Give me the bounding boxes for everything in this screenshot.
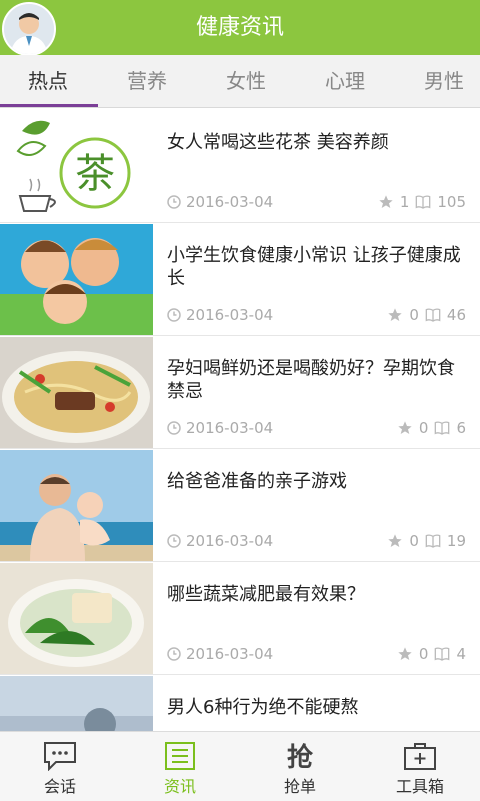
clock-icon [167,195,181,209]
date-text: 2016-03-04 [186,532,274,550]
svg-text:茶: 茶 [75,151,115,197]
list-item[interactable]: 给爸爸准备的亲子游戏 2016-03-04 0 19 [0,450,480,562]
article-date: 2016-03-04 [167,306,273,324]
nav-chat[interactable]: 会话 [0,732,120,801]
star-icon [398,647,412,660]
article-title[interactable]: 孕妇喝鲜奶还是喝酸奶好？孕期饮食禁忌 [167,357,472,403]
page-title: 健康资讯 [195,15,284,40]
news-icon [165,742,195,770]
article-stats: 0 4 [397,645,466,663]
view-count: 4 [456,645,466,663]
view-count: 105 [437,193,466,211]
article-title[interactable]: 哪些蔬菜减肥最有效果？ [167,583,472,606]
grab-order-icon: 抢 [287,742,314,771]
article-list[interactable]: 茶 女人常喝这些花茶 美容养颜 2016-03-04 1 105 小学生饮食健康… [0,111,480,731]
nav-news[interactable]: 资讯 [120,732,240,801]
tab-women[interactable]: 女性 [198,55,294,107]
date-text: 2016-03-04 [186,306,274,324]
list-item[interactable]: 小学生饮食健康小常识 让孩子健康成长 2016-03-04 0 46 [0,224,480,336]
list-item[interactable]: 哪些蔬菜减肥最有效果？ 2016-03-04 0 4 [0,563,480,675]
date-text: 2016-03-04 [186,645,274,663]
article-stats: 0 46 [387,306,466,324]
list-item[interactable]: 男人6种行为绝不能硬熬 [0,676,480,731]
clock-icon [167,534,181,548]
view-count: 19 [446,532,466,550]
article-title[interactable]: 给爸爸准备的亲子游戏 [167,470,472,493]
nav-label: 会话 [43,777,76,796]
article-date: 2016-03-04 [167,419,273,437]
date-text: 2016-03-04 [186,193,274,211]
article-meta: 2016-03-04 0 4 [167,645,472,665]
article-stats: 0 19 [387,532,466,550]
article-date: 2016-03-04 [167,645,273,663]
article-thumbnail [0,337,153,448]
chat-icon [44,742,76,771]
article-title[interactable]: 女人常喝这些花茶 美容养颜 [167,131,472,154]
tab-men[interactable]: 男性 [396,55,480,107]
clock-icon [167,647,181,661]
article-stats: 1 105 [378,193,466,211]
view-count: 46 [446,306,466,324]
article-title[interactable]: 男人6种行为绝不能硬熬 [167,696,472,719]
star-icon [388,534,403,547]
article-thumbnail [0,563,153,674]
book-icon [435,647,450,661]
book-icon [435,421,450,435]
app-header: 健康资讯 [0,0,480,56]
book-icon [425,534,441,548]
article-title[interactable]: 小学生饮食健康小常识 让孩子健康成长 [167,244,472,290]
tab-nutrition[interactable]: 营养 [99,55,195,107]
star-count: 1 [399,193,410,211]
clock-icon [167,308,181,322]
toolbox-icon [404,743,436,770]
tab-hot[interactable]: 热点 [0,55,96,107]
view-count: 6 [456,419,466,437]
active-tab-indicator [0,104,98,107]
article-thumbnail [0,224,153,335]
book-icon [416,195,431,209]
article-meta: 2016-03-04 0 46 [167,306,472,326]
nav-label: 资讯 [163,777,196,796]
article-thumbnail [0,676,153,731]
article-thumbnail: 茶 [0,111,153,222]
article-meta: 2016-03-04 0 6 [167,419,472,439]
book-icon [425,308,441,322]
star-icon [388,308,403,321]
category-tabs: 热点 营养 女性 心理 男性 [0,55,480,108]
nav-label: 抢单 [283,777,316,796]
star-icon [398,421,412,434]
star-count: 0 [409,532,419,550]
date-text: 2016-03-04 [186,419,274,437]
article-stats: 0 6 [397,419,466,437]
bottom-nav: 会话 资讯 抢 抢单 工具箱 [0,731,480,801]
star-count: 0 [409,306,419,324]
article-date: 2016-03-04 [167,532,273,550]
star-icon [379,195,393,208]
list-item[interactable]: 孕妇喝鲜奶还是喝酸奶好？孕期饮食禁忌 2016-03-04 0 6 [0,337,480,449]
article-meta: 2016-03-04 0 19 [167,532,472,552]
star-count: 0 [418,419,429,437]
nav-label: 工具箱 [395,777,444,796]
nav-grab-order[interactable]: 抢 抢单 [240,732,360,801]
tab-psychology[interactable]: 心理 [297,55,393,107]
nav-toolbox[interactable]: 工具箱 [360,732,480,801]
list-item[interactable]: 茶 女人常喝这些花茶 美容养颜 2016-03-04 1 105 [0,111,480,223]
article-meta: 2016-03-04 1 105 [167,193,472,213]
svg-text:抢: 抢 [287,742,314,771]
clock-icon [167,421,181,435]
article-date: 2016-03-04 [167,193,273,211]
article-thumbnail [0,450,153,561]
star-count: 0 [418,645,429,663]
